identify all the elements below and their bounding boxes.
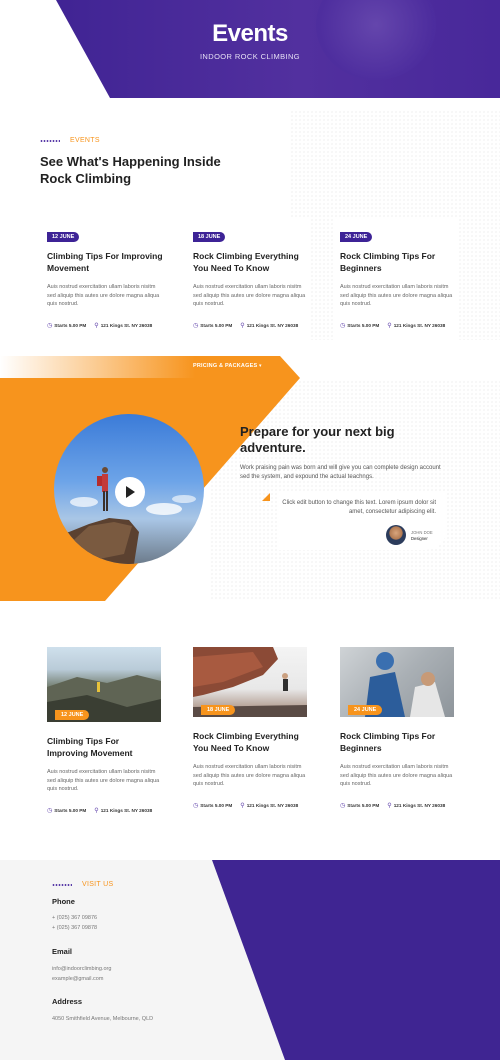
clock-icon: ◷ [193, 322, 199, 329]
card-title[interactable]: Climbing Tips For Improving Movement [47, 251, 165, 274]
map-pin-icon: ⚲ [387, 322, 392, 329]
event-card[interactable]: 12 JUNE Climbing Tips For Improving Move… [40, 218, 165, 343]
label-dots [40, 140, 60, 142]
adventure-text: Work praising pain was born and will giv… [240, 465, 441, 480]
card-title[interactable]: Rock Climbing Tips For Beginners [340, 731, 454, 754]
card-meta: ◷ Starts 5.00 PM ⚲ 121 Kings St. NY 26038 [47, 807, 161, 814]
event-image: 12 JUNE [47, 647, 161, 722]
page-title: Events [212, 20, 288, 47]
location-text: 121 Kings St. NY 26038 [393, 802, 446, 808]
phone-heading: Phone [52, 897, 75, 906]
email-2[interactable]: example@gmail.com [52, 974, 103, 984]
chevron-down-icon: ▾ [259, 363, 262, 369]
page-subtitle: INDOOR ROCK CLIMBING [199, 52, 301, 61]
event-image: 18 JUNE [193, 647, 307, 717]
clock-icon: ◷ [340, 802, 346, 809]
clock-icon: ◷ [340, 322, 346, 329]
location-text: 121 Kings St. NY 26038 [100, 807, 153, 813]
image-event-card[interactable]: 24 JUNE Rock Climbing Tips For Beginners… [340, 647, 454, 809]
avatar [386, 525, 406, 545]
map-pin-icon: ⚲ [387, 802, 392, 809]
time-text: Starts 5.00 PM [347, 322, 380, 328]
card-meta: ◷ Starts 5.00 PM ⚲ 121 Kings St. NY 26038 [47, 322, 165, 329]
clock-icon: ◷ [47, 807, 53, 814]
date-badge: 12 JUNE [47, 232, 80, 242]
date-badge: 18 JUNE [201, 705, 236, 715]
pricing-link[interactable]: PRICING & PACKAGES ▾ [193, 363, 262, 369]
address-heading: Address [52, 997, 83, 1006]
location-text: 121 Kings St. NY 26038 [246, 322, 299, 328]
email-heading: Email [52, 947, 73, 956]
card-text: Auis nostrud exercitation ullam laboris … [47, 769, 160, 792]
card-title[interactable]: Climbing Tips For Improving Movement [47, 736, 161, 759]
date-badge: 18 JUNE [193, 232, 226, 242]
card-text: Auis nostrud exercitation ullam laboris … [193, 284, 306, 307]
card-text: Auis nostrud exercitation ullam laboris … [193, 764, 306, 787]
date-badge: 24 JUNE [340, 232, 373, 242]
section-label: VISIT US [82, 881, 114, 888]
label-dots [52, 884, 72, 886]
card-title[interactable]: Rock Climbing Tips For Beginners [340, 251, 458, 274]
location-text: 121 Kings St. NY 26038 [100, 322, 153, 328]
clock-icon: ◷ [193, 802, 199, 809]
card-title[interactable]: Rock Climbing Everything You Need To Kno… [193, 251, 311, 274]
map-pin-icon: ⚲ [240, 802, 245, 809]
time-text: Starts 5.00 PM [200, 802, 233, 808]
clock-icon: ◷ [47, 322, 53, 329]
event-card[interactable]: 18 JUNE Rock Climbing Everything You Nee… [186, 218, 311, 343]
phone-1[interactable]: + (025) 367 09876 [52, 913, 97, 923]
image-event-card[interactable]: 18 JUNE Rock Climbing Everything You Nee… [193, 647, 307, 809]
testimonial-tick [262, 493, 270, 501]
location-text: 121 Kings St. NY 26038 [393, 322, 446, 328]
card-meta: ◷ Starts 5.00 PM ⚲ 121 Kings St. NY 26038 [193, 802, 307, 809]
map-pin-icon: ⚲ [94, 322, 99, 329]
phone-2[interactable]: + (025) 367 09878 [52, 923, 97, 933]
time-text: Starts 5.00 PM [200, 322, 233, 328]
card-meta: ◷ Starts 5.00 PM ⚲ 121 Kings St. NY 26038 [193, 322, 311, 329]
section-label: EVENTS [70, 137, 100, 144]
image-event-card[interactable]: 12 JUNE Climbing Tips For Improving Move… [47, 647, 161, 814]
email-1[interactable]: info@indoorclimbing.org [52, 964, 111, 974]
address-text: 4050 Smithfield Avenue, Melbourne, QLD [52, 1016, 154, 1022]
event-card[interactable]: 24 JUNE Rock Climbing Tips For Beginners… [333, 218, 458, 343]
card-title[interactable]: Rock Climbing Everything You Need To Kno… [193, 731, 307, 754]
time-text: Starts 5.00 PM [54, 807, 87, 813]
card-meta: ◷ Starts 5.00 PM ⚲ 121 Kings St. NY 26038 [340, 802, 454, 809]
date-badge: 24 JUNE [348, 705, 383, 715]
testimonial-text: Click edit button to change this text. L… [282, 500, 436, 515]
date-badge: 12 JUNE [55, 710, 90, 720]
adventure-title: Prepare for your next big adventure. [240, 424, 395, 455]
hero-banner: Events INDOOR ROCK CLIMBING [0, 0, 500, 98]
map-pin-icon: ⚲ [94, 807, 99, 814]
card-text: Auis nostrud exercitation ullam laboris … [340, 764, 453, 787]
author-name: JOHN DOE [411, 530, 433, 535]
card-meta: ◷ Starts 5.00 PM ⚲ 121 Kings St. NY 26038 [340, 322, 458, 329]
author-role: Designer [411, 536, 428, 541]
play-icon [126, 486, 135, 498]
time-text: Starts 5.00 PM [54, 322, 87, 328]
card-text: Auis nostrud exercitation ullam laboris … [340, 284, 453, 307]
event-image: 24 JUNE [340, 647, 454, 717]
time-text: Starts 5.00 PM [347, 802, 380, 808]
pricing-link-label: PRICING & PACKAGES [193, 363, 258, 369]
map-pin-icon: ⚲ [240, 322, 245, 329]
section-title: See What's Happening Inside Rock Climbin… [40, 154, 221, 186]
location-text: 121 Kings St. NY 26038 [246, 802, 299, 808]
card-text: Auis nostrud exercitation ullam laboris … [47, 284, 160, 307]
